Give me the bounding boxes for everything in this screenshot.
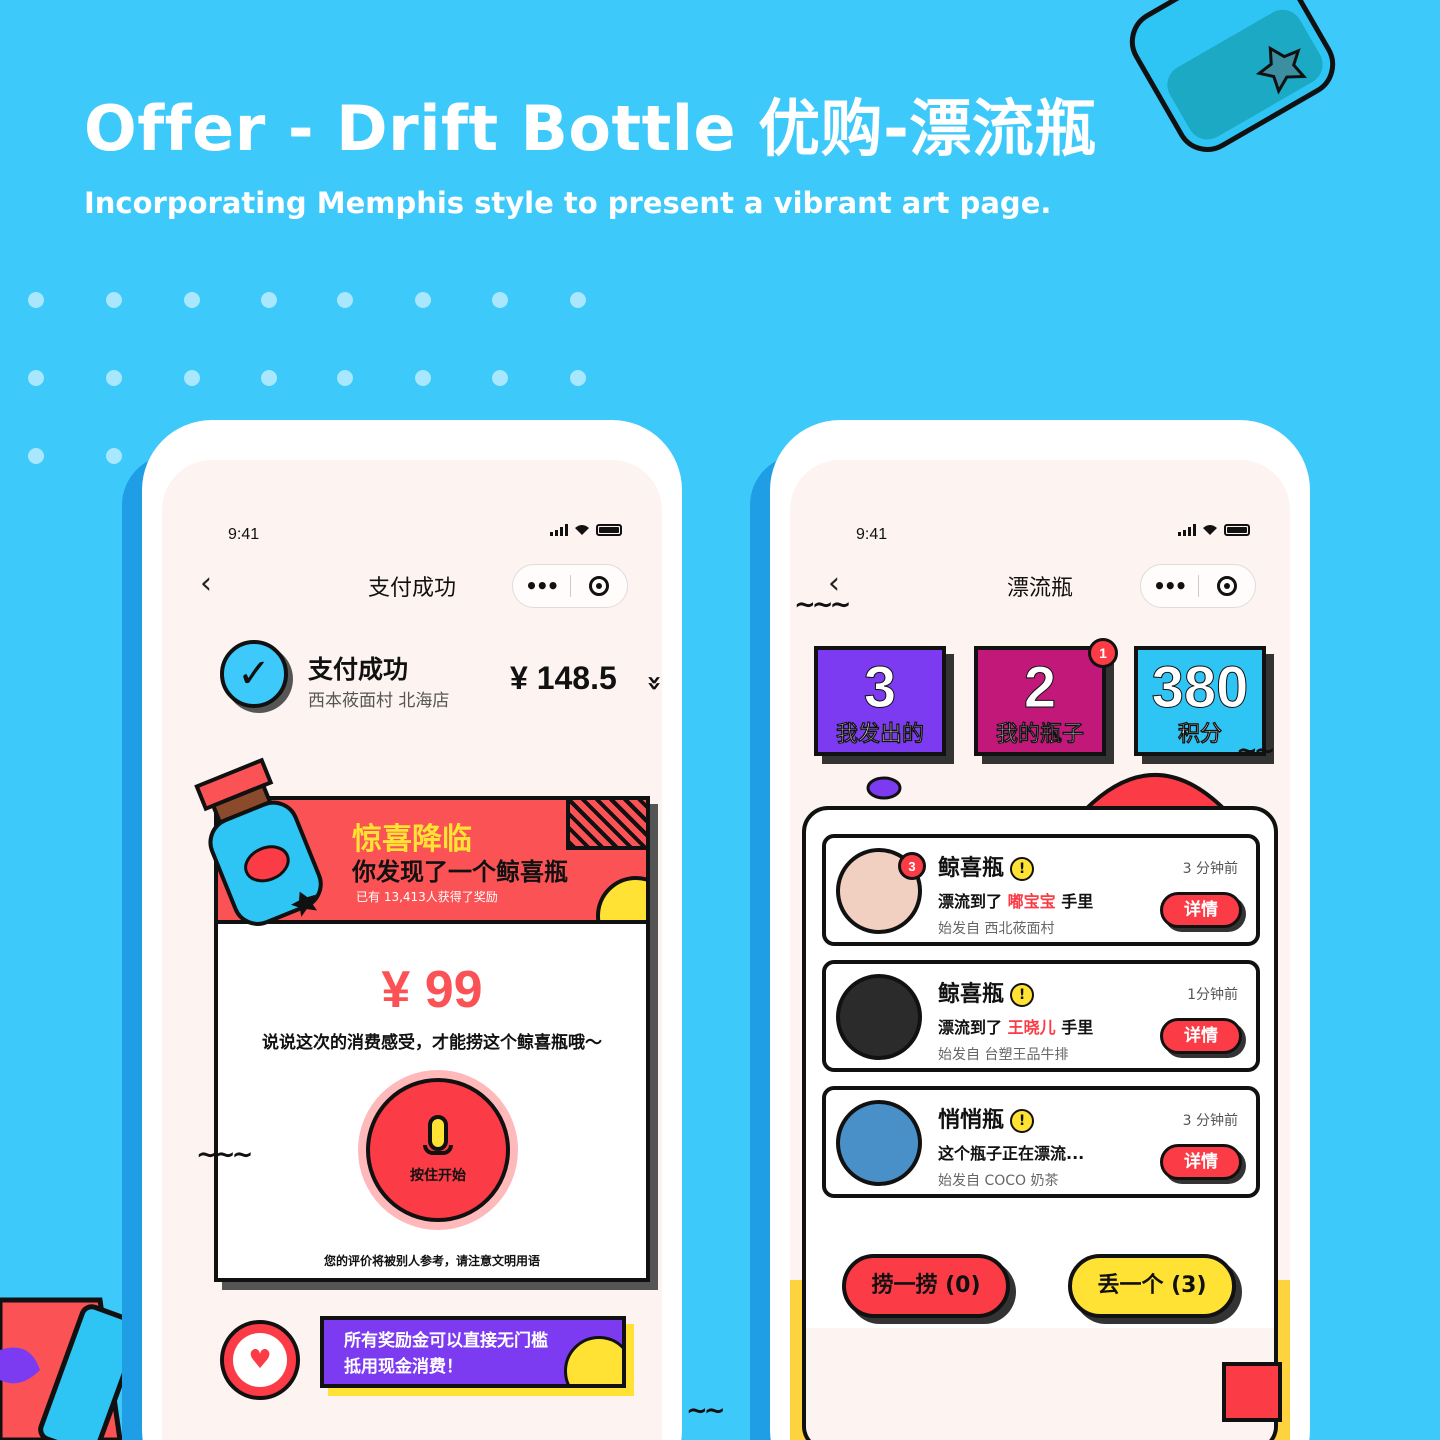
throw-bottle-button[interactable]: 丢一个 (3) [1068,1254,1236,1318]
avatar-badge: 3 [898,852,926,880]
decorative-red-dome [1082,773,1228,810]
recipient-name: 嘟宝宝 [1007,892,1056,911]
notification-badge: 1 [1088,638,1118,668]
close-miniprogram-icon[interactable] [1198,576,1255,596]
drift-bottle-illustration [1129,0,1336,152]
bottle-status: 漂流到了 [938,1018,1003,1037]
list-item[interactable]: 鲸喜瓶! 1分钟前 漂流到了 王晓儿 手里 始发自 台塑王品牛排 详情 [822,960,1260,1072]
bottle-type: 悄悄瓶 [938,1108,1005,1133]
decorative-wave: ∼∼∼ [196,1140,253,1170]
signal-icon [1178,524,1196,536]
whale-logo-icon: ♥ [220,1320,300,1400]
decorative-wave: ∼∼ [1236,736,1276,766]
bottle-status: 这个瓶子正在漂流... [938,1144,1085,1163]
bottle-type: 鲸喜瓶 [938,856,1005,881]
bottle-time: 1分钟前 [1187,987,1238,1003]
status-icons [550,524,622,536]
bottle-origin: 始发自 台塑王品牛排 [938,1047,1069,1063]
detail-button[interactable]: 详情 [1160,1144,1242,1180]
reward-prompt: 说说这次的消费感受，才能捞这个鲸喜瓶哦～ [262,1033,602,1053]
bottle-origin: 始发自 西北莜面村 [938,921,1055,937]
phone-payment: 9:41 ‹ 支付成功 ••• ✓ 支付成功 西本莜面村 北海店 ¥ 148.5… [142,420,682,1440]
more-icon[interactable]: ••• [513,574,570,598]
review-note: 您的评价将被别人参考，请注意文明用语 [323,1254,540,1268]
bottle-status: 漂流到了 [938,892,1003,911]
stat-points-value: 380 [1151,655,1249,721]
bottle-origin: 始发自 COCO 奶茶 [938,1173,1059,1189]
stat-sent-label: 我发出的 [835,722,925,748]
hold-to-record-button[interactable]: 按住开始 [366,1078,510,1222]
more-icon[interactable]: ••• [1141,574,1198,598]
stat-my-bottles-label: 我的瓶子 [995,722,1085,748]
stat-my-bottles-value: 2 [1023,655,1057,721]
payment-amount: ¥ 148.5 [510,660,617,696]
stat-my-bottles[interactable]: 2 我的瓶子 [974,646,1106,756]
battery-icon [1224,524,1250,536]
reward-amount: ¥ 99 [381,961,483,1019]
payment-title: 支付成功 [308,655,409,684]
recipient-name: 王晓儿 [1007,1018,1056,1037]
check-icon: ✓ [220,640,288,708]
record-label: 按住开始 [410,1168,466,1184]
alert-icon: ! [1010,857,1035,881]
bottle-time: 3 分钟前 [1182,1113,1238,1129]
detail-button[interactable]: 详情 [1160,1018,1242,1054]
promo-banner[interactable]: 所有奖励金可以直接无门槛 抵用现金消费！ [320,1316,626,1388]
stat-sent[interactable]: 3 我发出的 [814,646,946,756]
decorative-shapes-left [0,1297,130,1440]
bottle-time: 3 分钟前 [1182,861,1238,877]
decorative-wave: ∼∼∼ [794,590,851,620]
wifi-icon [575,525,589,535]
surprise-note: 已有 13,413人获得了奖励 [356,890,498,904]
wifi-icon [1203,525,1217,535]
expand-chevron-icon[interactable]: » [639,675,662,692]
bottle-status-suffix: 手里 [1061,1018,1094,1037]
battery-icon [596,524,622,536]
decorative-red-square [1222,1362,1282,1422]
stat-sent-value: 3 [863,655,897,721]
whale-bottle-illustration [194,757,323,926]
signal-icon [550,524,568,536]
decorative-wave: ∼∼ [686,1396,726,1426]
status-time: 9:41 [856,526,888,543]
miniprogram-capsule: ••• [512,564,628,608]
list-item[interactable]: 3 鲸喜瓶! 3 分钟前 漂流到了 嘟宝宝 手里 始发自 西北莜面村 详情 [822,834,1260,946]
store-name: 西本莜面村 北海店 [308,691,450,711]
bottle-list-panel: 3 鲸喜瓶! 3 分钟前 漂流到了 嘟宝宝 手里 始发自 西北莜面村 详情 鲸喜… [802,806,1278,1440]
surprise-subtitle: 你发现了一个鲸喜瓶 [352,858,568,886]
decorative-circle [596,876,646,920]
detail-button[interactable]: 详情 [1160,892,1242,928]
catch-bottle-button[interactable]: 捞一捞 (0) [842,1254,1010,1318]
bottle-status-suffix: 手里 [1061,892,1094,911]
avatar [836,974,922,1060]
close-miniprogram-icon[interactable] [570,576,627,596]
avatar [836,1100,922,1186]
bottle-type: 鲸喜瓶 [938,982,1005,1007]
status-time: 9:41 [228,526,260,543]
payment-screen: 9:41 ‹ 支付成功 ••• ✓ 支付成功 西本莜面村 北海店 ¥ 148.5… [162,460,662,1440]
miniprogram-capsule: ••• [1140,564,1256,608]
list-item[interactable]: 悄悄瓶! 3 分钟前 这个瓶子正在漂流... 始发自 COCO 奶茶 详情 [822,1086,1260,1198]
decorative-stripes [566,800,646,850]
status-icons [1178,524,1250,536]
whale-icon [866,776,902,800]
promo-line-1: 所有奖励金可以直接无门槛 [344,1331,548,1351]
alert-icon: ! [1010,983,1035,1007]
alert-icon: ! [1010,1109,1035,1133]
